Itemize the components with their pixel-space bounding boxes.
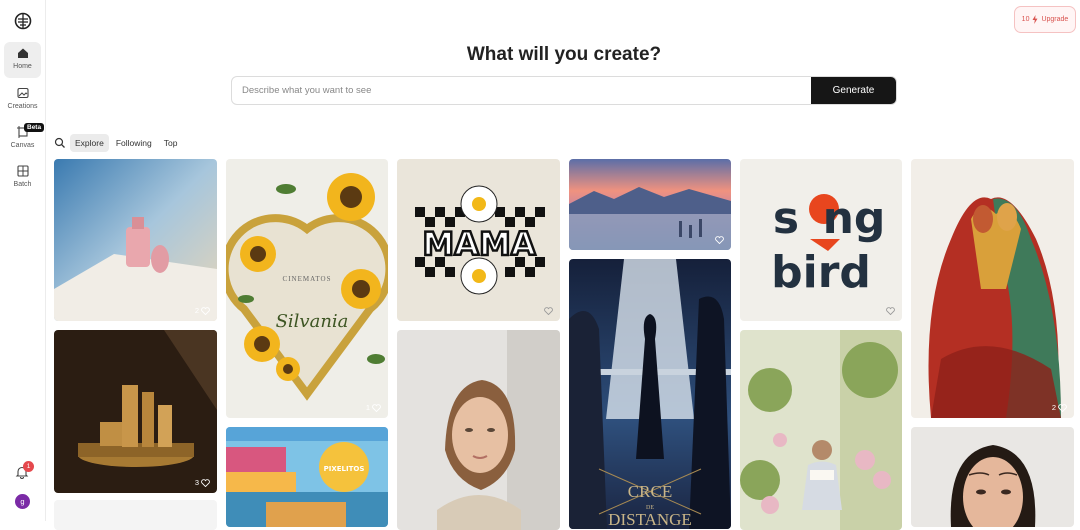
heart-icon	[715, 236, 724, 244]
sidebar-item-creations[interactable]: Creations	[4, 82, 41, 118]
gallery-card[interactable]	[397, 330, 560, 530]
songbird-logo-image: s ng bird	[740, 159, 902, 321]
sidebar-item-batch[interactable]: Batch	[4, 160, 41, 196]
tab-explore[interactable]: Explore	[70, 134, 109, 152]
sidebar: Home Creations Canvas Beta Batch 1 g	[0, 0, 46, 521]
golden-cosmetics-image	[54, 330, 217, 493]
asian-woman-portrait-image	[911, 427, 1074, 527]
card-text: PIXELITOS	[324, 465, 365, 473]
upgrade-label: Upgrade	[1041, 16, 1069, 23]
grid-icon	[16, 165, 29, 177]
upgrade-button[interactable]: 10 Upgrade	[1014, 6, 1076, 33]
garden-reading-image	[740, 330, 902, 530]
search-icon[interactable]	[54, 137, 66, 149]
credits-count: 10	[1021, 16, 1030, 23]
avatar[interactable]: g	[15, 494, 30, 509]
mountain-sunset-image	[569, 159, 731, 250]
gallery-card[interactable]: 2	[911, 159, 1074, 418]
like-count: 2	[1051, 403, 1056, 412]
like-count: 1	[365, 403, 370, 412]
gallery-card[interactable]	[54, 500, 217, 530]
gallery-card[interactable]	[569, 159, 731, 250]
card-text: DISTANGE	[608, 510, 692, 529]
art-deco-poster-image: CRCE DE DISTANGE	[569, 259, 731, 529]
heart-icon	[886, 307, 895, 315]
sidebar-item-label: Creations	[7, 103, 38, 110]
page-title: What will you create?	[466, 44, 662, 65]
heart-icon	[544, 307, 553, 315]
pixel-sun-image: PIXELITOS	[226, 427, 388, 527]
heart-icon	[1058, 403, 1067, 412]
feed-tabs: Explore Following Top	[54, 134, 184, 152]
woman-portrait-image	[397, 330, 560, 530]
prompt-input[interactable]	[232, 77, 813, 104]
gallery-card[interactable]: 3	[54, 330, 217, 493]
image-icon	[16, 87, 29, 99]
like-button[interactable]: 2	[195, 306, 210, 315]
mama-daisy-image: MAMA	[397, 159, 560, 321]
gallery-card[interactable]: PIXELITOS	[226, 427, 388, 527]
gallery-card[interactable]: CINEMATOS Silvania 1	[226, 159, 388, 418]
gallery-card[interactable]: MAMA	[397, 159, 560, 321]
beta-badge: Beta	[24, 123, 45, 132]
generate-button[interactable]: Generate	[811, 77, 896, 104]
gallery-card[interactable]	[740, 330, 902, 530]
gallery-card[interactable]: CRCE DE DISTANGE	[569, 259, 731, 529]
like-button[interactable]: 3	[195, 478, 210, 487]
card-text: CRCE	[628, 482, 672, 501]
brand-logo-icon[interactable]	[14, 12, 32, 30]
like-button[interactable]	[884, 307, 895, 315]
sidebar-item-label: Canvas	[10, 142, 35, 149]
like-button[interactable]	[542, 307, 553, 315]
bolt-icon	[1032, 15, 1038, 24]
card-text: s	[773, 193, 799, 244]
card-text: ng	[823, 193, 886, 244]
like-button[interactable]: 2	[1052, 403, 1067, 412]
fiery-figures-image	[911, 159, 1074, 418]
like-button[interactable]: 1	[366, 403, 381, 412]
heart-icon	[201, 306, 210, 315]
gallery-card[interactable]	[911, 427, 1074, 527]
heart-icon	[372, 403, 381, 412]
like-button[interactable]	[713, 236, 724, 244]
card-text: bird	[771, 247, 871, 298]
heart-icon	[201, 478, 210, 487]
gallery-card[interactable]: 2	[54, 159, 217, 321]
card-text: Silvania	[276, 311, 349, 332]
card-text: MAMA	[422, 225, 535, 263]
cosmetic-bottle-image	[54, 159, 217, 321]
prompt-bar: Generate	[231, 76, 897, 105]
gallery-card[interactable]: s ng bird	[740, 159, 902, 321]
card-text: CINEMATOS	[283, 275, 332, 283]
tab-following[interactable]: Following	[111, 134, 157, 152]
like-count: 2	[194, 306, 199, 315]
like-count: 3	[194, 478, 199, 487]
notification-count-badge: 1	[23, 461, 34, 472]
tab-top[interactable]: Top	[159, 134, 183, 152]
sunflower-heart-image: CINEMATOS Silvania	[226, 159, 388, 418]
sidebar-item-label: Batch	[13, 181, 32, 188]
